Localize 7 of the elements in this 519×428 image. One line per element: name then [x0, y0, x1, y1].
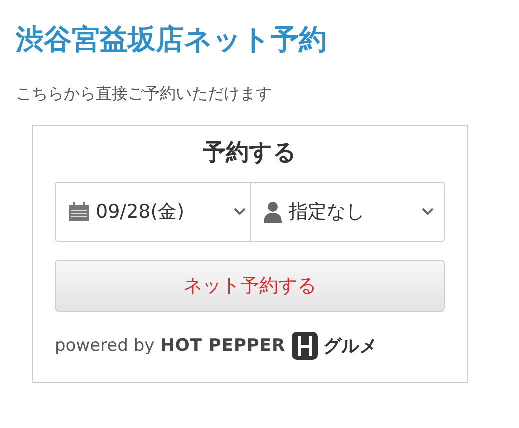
brand-suffix-text: グルメ [324, 335, 378, 358]
powered-by-text: powered by [55, 336, 155, 356]
brand-logo-text: HOT PEPPER [160, 336, 286, 356]
page-title: 渋谷宮益坂店ネット予約 [16, 22, 328, 58]
card-heading: 予約する [202, 139, 298, 168]
reserve-button[interactable]: ネット予約する [55, 260, 445, 312]
page-subtitle: こちらから直接ご予約いただけます [16, 83, 273, 105]
